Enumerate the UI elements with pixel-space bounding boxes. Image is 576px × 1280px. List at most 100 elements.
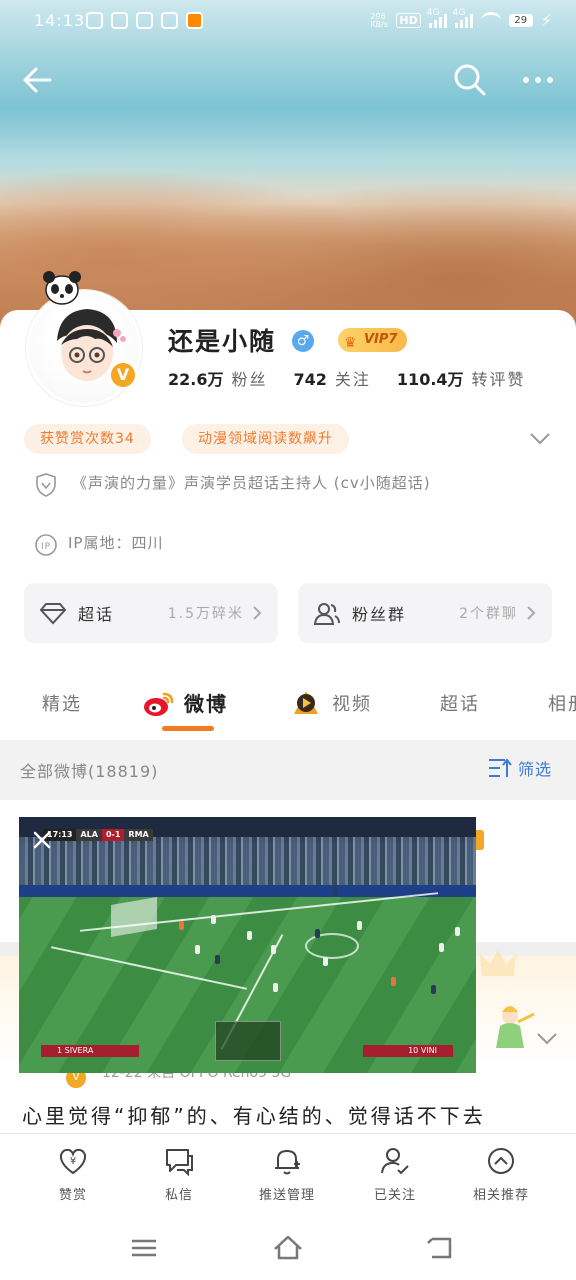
chat-icon <box>166 1149 193 1176</box>
message-icon <box>161 12 178 29</box>
chevron-up-circle-icon <box>488 1148 514 1174</box>
player <box>391 977 396 986</box>
player <box>179 921 184 930</box>
player <box>215 955 220 964</box>
home-icon[interactable] <box>272 1233 304 1263</box>
player <box>333 887 338 896</box>
stat-following[interactable]: 742 关注 <box>294 366 371 390</box>
shield-icon <box>36 473 56 497</box>
active-tab-indicator <box>162 726 214 731</box>
charging-icon: ⚡ <box>540 11 552 30</box>
tab-album[interactable]: 相册 <box>548 690 576 716</box>
user-check-icon <box>381 1148 409 1175</box>
reward-button[interactable]: ¥ 赞赏 <box>28 1146 118 1203</box>
ip-text: IP属地：四川 <box>68 534 164 552</box>
fan-group-entry[interactable]: 粉丝群 2个群聊 <box>298 583 552 643</box>
hd-badge: HD <box>396 13 421 28</box>
signal-icon: 4G <box>427 8 447 28</box>
status-bar: 14:13 296 KB/s HD 4G 4G 29 ⚡ <box>0 0 576 44</box>
status-right-icons: 296 KB/s HD 4G 4G 29 ⚡ <box>370 8 552 31</box>
following-button[interactable]: 已关注 <box>350 1146 440 1203</box>
signal-icon-2: 4G <box>453 8 473 28</box>
little-prince-decoration-icon <box>496 1006 535 1048</box>
player <box>431 985 436 994</box>
profile-cover-image[interactable] <box>0 0 576 340</box>
stat-followers[interactable]: 22.6万 粉丝 <box>168 366 268 390</box>
message-button[interactable]: 私信 <box>134 1146 224 1203</box>
search-icon[interactable] <box>452 62 488 98</box>
verified-badge-icon: V <box>108 360 138 390</box>
ip-icon: IP <box>35 534 57 556</box>
chevron-right-icon <box>253 606 262 620</box>
more-icon[interactable] <box>520 62 556 98</box>
chevron-right-icon <box>527 606 536 620</box>
filter-bar: 全部微博(18819) 筛选 <box>0 740 576 798</box>
player <box>315 929 320 938</box>
score-bar: 17:13 ALA 0-1 RMA <box>43 829 153 841</box>
tag-reward-count[interactable]: 获赞赏次数34 <box>24 424 151 454</box>
super-topic-value: 1.5万碎米 <box>167 606 244 622</box>
vip-crown-icon: ♛ <box>344 335 357 351</box>
diamond-icon <box>40 603 66 625</box>
back-arrow-icon[interactable] <box>20 62 56 98</box>
tab-weibo[interactable]: 微博 <box>184 688 228 717</box>
bell-icon <box>275 1150 300 1175</box>
video-channel-icon <box>294 691 318 714</box>
all-posts-count: 全部微博(18819) <box>20 762 159 781</box>
tab-video[interactable]: 视频 <box>332 690 372 716</box>
player <box>323 957 328 966</box>
panda-decoration-icon <box>43 271 81 305</box>
battery-icon: 29 <box>508 14 533 27</box>
player <box>271 945 276 954</box>
post-options-chevron-icon[interactable] <box>536 1032 558 1046</box>
related-recommend-button[interactable]: 相关推荐 <box>456 1146 546 1203</box>
player <box>247 931 252 940</box>
wifi-icon <box>480 12 501 29</box>
menu-icon[interactable] <box>128 1233 160 1263</box>
svg-text:¥: ¥ <box>70 1156 76 1167</box>
center-circle <box>305 933 359 959</box>
reward-heart-icon: ¥ <box>59 1148 87 1175</box>
status-time: 14:13 <box>34 11 86 30</box>
player <box>439 943 444 952</box>
group-icon <box>314 603 340 625</box>
gallery-icon <box>136 12 153 29</box>
player <box>195 945 200 954</box>
tab-featured[interactable]: 精选 <box>42 690 82 716</box>
player <box>357 921 362 930</box>
crown-decoration-icon <box>480 950 516 976</box>
player <box>211 915 216 924</box>
system-navigation-bar <box>0 1219 576 1280</box>
description-text: 《声演的力量》声演学员超话主持人 (cv小随超话) <box>72 474 431 492</box>
fan-group-title: 粉丝群 <box>352 605 407 624</box>
floating-video-player[interactable]: 17:13 ALA 0-1 RMA 1 SIVERA 10 VINI <box>19 817 476 1073</box>
post-text[interactable]: 心里觉得“抑郁”的、有心结的、觉得话不下去 <box>22 1100 486 1129</box>
svg-text:IP: IP <box>41 542 51 552</box>
vip-badge[interactable]: ♛ VIP7 <box>338 328 408 352</box>
male-gender-icon: ♂ <box>292 330 314 352</box>
filter-button[interactable]: 筛选 <box>488 756 552 780</box>
profile-action-bar: ¥ 赞赏 私信 推送管理 已关注 相关推荐 <box>0 1133 576 1220</box>
weibo-logo-icon <box>144 692 174 716</box>
away-player-bar: 10 VINI <box>363 1045 453 1057</box>
filter-icon <box>489 758 512 777</box>
profile-stats: 22.6万 粉丝 742 关注 110.4万 转评赞 <box>168 366 526 390</box>
super-topic-entry[interactable]: 超话 1.5万碎米 <box>24 583 278 643</box>
fan-group-value: 2个群聊 <box>459 606 518 622</box>
match-score: 0-1 <box>101 829 125 841</box>
team-home: ALA <box>76 829 102 841</box>
super-topic-title: 超话 <box>78 605 115 624</box>
push-settings-button[interactable]: 推送管理 <box>242 1146 332 1203</box>
player <box>455 927 460 936</box>
stat-interactions[interactable]: 110.4万 转评赞 <box>397 366 526 390</box>
tab-super-topic[interactable]: 超话 <box>440 690 480 716</box>
close-icon[interactable] <box>31 829 53 851</box>
back-icon[interactable] <box>424 1233 456 1263</box>
weibo-notification-icon <box>186 12 203 29</box>
mini-map <box>215 1021 281 1061</box>
tag-reading-rising[interactable]: 动漫领域阅读数飙升 <box>182 424 349 454</box>
network-speed: 296 KB/s <box>370 11 389 29</box>
home-player-bar: 1 SIVERA <box>41 1045 139 1057</box>
chevron-down-icon[interactable] <box>528 428 552 448</box>
status-notification-icons <box>86 12 203 29</box>
